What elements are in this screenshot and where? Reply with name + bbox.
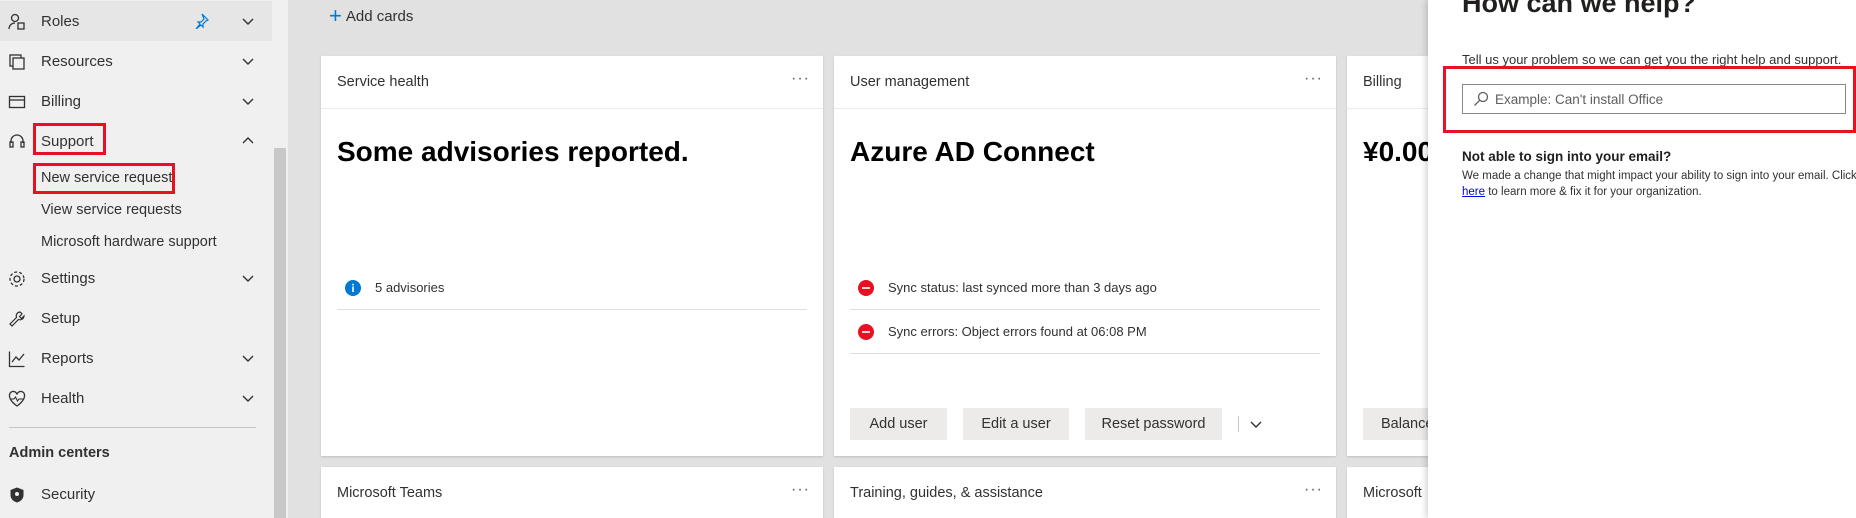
more-options-icon[interactable]: ··· <box>1304 481 1323 499</box>
sidebar-item-resources[interactable]: Resources <box>0 41 272 81</box>
highlight-box-support <box>33 123 106 155</box>
sidebar-divider <box>9 427 256 428</box>
billing-headline: ¥0.00 <box>1363 136 1434 167</box>
card-divider <box>321 108 823 109</box>
wrench-icon <box>9 311 25 327</box>
add-user-button[interactable]: Add user <box>850 408 947 440</box>
error-icon <box>858 323 874 340</box>
admin-centers-heading: Admin centers <box>9 445 110 461</box>
card-title: Billing <box>1363 74 1402 90</box>
sidebar-item-billing[interactable]: Billing <box>0 81 272 121</box>
service-health-headline: Some advisories reported. <box>337 136 689 167</box>
card-microsoft-teams: Microsoft Teams ··· <box>321 467 823 518</box>
sidebar-item-label: Roles <box>41 13 80 30</box>
sidebar-item-label: Settings <box>41 270 96 287</box>
advisories-row[interactable]: 5 advisories <box>337 266 807 310</box>
advisories-text: 5 advisories <box>375 280 445 295</box>
add-cards-label: Add cards <box>345 7 414 25</box>
sidebar-item-health[interactable]: Health <box>0 378 272 418</box>
chevron-down-icon[interactable] <box>240 350 256 366</box>
card-training: Training, guides, & assistance ··· <box>834 467 1336 518</box>
button-separator <box>1238 416 1239 432</box>
sidebar-scrollbar-thumb[interactable] <box>274 148 286 518</box>
card-title: Microsoft <box>1363 485 1422 501</box>
chevron-down-icon[interactable] <box>240 390 256 406</box>
highlight-box-new-service-request <box>33 163 175 194</box>
sync-status-row[interactable]: Sync status: last synced more than 3 day… <box>850 266 1320 310</box>
chevron-up-icon[interactable] <box>240 133 256 149</box>
notice-line-1: We made a change that might impact your … <box>1462 170 1856 182</box>
chevron-down-icon[interactable] <box>1248 416 1264 432</box>
chart-icon <box>8 351 25 368</box>
gear-icon <box>9 271 25 287</box>
chevron-down-icon[interactable] <box>240 93 256 109</box>
notice-text: We made a change that might impact your … <box>1462 168 1856 200</box>
resources-icon <box>9 54 25 70</box>
chevron-down-icon[interactable] <box>240 13 256 29</box>
chevron-down-icon[interactable] <box>240 270 256 286</box>
reset-password-button[interactable]: Reset password <box>1085 408 1222 440</box>
roles-icon <box>8 13 25 30</box>
help-panel-subtitle: Tell us your problem so we can get you t… <box>1462 52 1842 67</box>
sidebar-item-reports[interactable]: Reports <box>0 338 272 378</box>
info-icon <box>345 279 361 296</box>
error-icon <box>858 279 874 296</box>
sidebar-item-label: Security <box>41 486 96 503</box>
sync-errors-text: Sync errors: Object errors found at 06:0… <box>888 324 1147 339</box>
card-title: Training, guides, & assistance <box>850 485 1043 501</box>
sidebar-item-label: Setup <box>41 310 81 327</box>
edit-user-button[interactable]: Edit a user <box>963 408 1069 440</box>
card-title: Service health <box>337 74 429 90</box>
card-divider <box>834 108 1336 109</box>
card-title: Microsoft Teams <box>337 485 443 501</box>
notice-heading: Not able to sign into your email? <box>1462 149 1672 164</box>
sync-errors-row[interactable]: Sync errors: Object errors found at 06:0… <box>850 310 1320 354</box>
add-cards-button[interactable]: + Add cards <box>329 3 414 28</box>
sidebar-subitem-view-service-requests[interactable]: View service requests <box>41 202 182 218</box>
more-options-icon[interactable]: ··· <box>791 481 810 499</box>
sidebar-item-settings[interactable]: Settings <box>0 258 272 298</box>
headset-icon <box>9 134 25 148</box>
sidebar-item-setup[interactable]: Setup <box>0 298 272 338</box>
sync-status-text: Sync status: last synced more than 3 day… <box>888 280 1157 295</box>
sidebar-item-label: Billing <box>41 93 82 110</box>
plus-icon: + <box>329 3 342 28</box>
card-service-health: Service health ··· Some advisories repor… <box>321 56 823 456</box>
sidebar-item-label: Resources <box>41 53 113 70</box>
sidebar-item-roles[interactable]: Roles <box>0 1 272 41</box>
chevron-down-icon[interactable] <box>240 53 256 69</box>
more-options-icon[interactable]: ··· <box>1304 70 1323 88</box>
shield-icon <box>10 487 24 503</box>
sidebar-item-label: Health <box>41 390 85 407</box>
card-title: User management <box>850 74 970 90</box>
notice-line-2: to learn more & fix it for your organiza… <box>1485 186 1702 198</box>
highlight-box-help-search <box>1443 66 1856 133</box>
pin-icon[interactable] <box>193 13 209 29</box>
notice-here-link[interactable]: here <box>1462 186 1485 198</box>
user-management-headline: Azure AD Connect <box>850 136 1095 167</box>
heart-icon <box>8 390 26 407</box>
more-options-icon[interactable]: ··· <box>791 70 810 88</box>
sidebar-item-security[interactable]: Security <box>0 474 272 514</box>
sidebar-subitem-hardware-support[interactable]: Microsoft hardware support <box>41 234 217 250</box>
card-user-management: User management ··· Azure AD Connect Syn… <box>834 56 1336 456</box>
help-panel-title: How can we help? <box>1462 0 1697 18</box>
sidebar-item-label: Reports <box>41 350 94 367</box>
billing-icon <box>8 95 26 109</box>
